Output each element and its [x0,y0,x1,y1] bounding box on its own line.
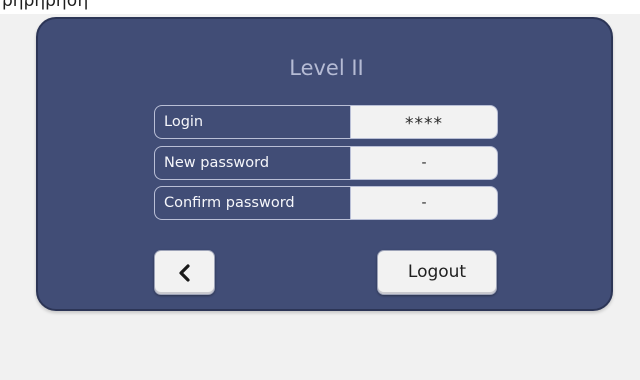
top-strip-text: ρηρηρηση [2,0,89,11]
new-password-row: New password - [154,146,498,180]
new-password-label: New password [154,146,350,180]
logout-button[interactable]: Logout [377,250,497,295]
confirm-password-row: Confirm password - [154,186,498,220]
panel-title: Level II [289,56,364,80]
login-panel: Level II Login **** New password - Confi… [36,17,613,311]
login-field[interactable]: **** [350,105,498,139]
confirm-password-label: Confirm password [154,186,350,220]
top-strip: ρηρηρηση [0,0,640,14]
login-row: Login **** [154,105,498,139]
login-label: Login [154,105,350,139]
confirm-password-field[interactable]: - [350,186,498,220]
chevron-left-icon [178,263,190,282]
back-button[interactable] [154,250,215,295]
new-password-field[interactable]: - [350,146,498,180]
